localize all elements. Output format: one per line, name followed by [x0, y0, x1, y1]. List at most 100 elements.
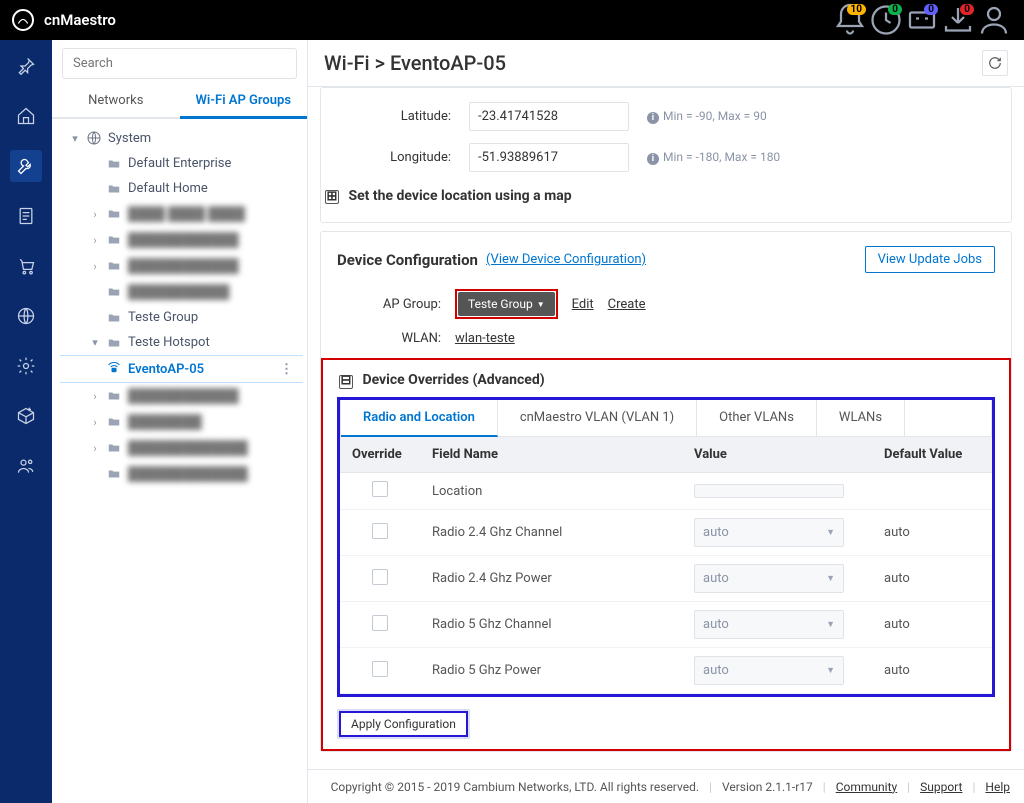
nav-document-icon[interactable] [10, 200, 42, 232]
tree-item-default-enterprise[interactable]: Default Enterprise [60, 151, 303, 176]
folder-icon [106, 233, 122, 247]
tree-item-device-eventoap[interactable]: EventoAP-05 ⋮ [60, 355, 303, 383]
chevron-right-icon: › [90, 234, 100, 247]
tree-item-default-home[interactable]: Default Home [60, 176, 303, 201]
view-device-config-link[interactable]: (View Device Configuration) [486, 252, 646, 267]
default-value: auto [872, 648, 992, 694]
value-select[interactable]: auto▼ [694, 518, 844, 547]
value-input[interactable] [694, 484, 844, 498]
override-checkbox[interactable] [372, 523, 388, 539]
override-checkbox[interactable] [372, 615, 388, 631]
chevron-down-icon: ▾ [70, 132, 80, 145]
chevron-right-icon: › [90, 416, 100, 429]
nav-globe-icon[interactable] [10, 300, 42, 332]
edit-link[interactable]: Edit [572, 297, 594, 312]
page-title: Wi-Fi > EventoAP-05 [324, 51, 506, 75]
search-container [62, 48, 297, 79]
override-checkbox[interactable] [372, 569, 388, 585]
chevron-right-icon: › [90, 442, 100, 455]
latitude-input[interactable] [469, 102, 629, 131]
subtab-radio-location[interactable]: Radio and Location [341, 400, 498, 437]
nav-wrench-icon[interactable] [10, 150, 42, 182]
apply-configuration-button[interactable]: Apply Configuration [339, 711, 468, 737]
table-row: Radio 5 Ghz Channelauto▼auto [340, 602, 992, 648]
tree-label: Default Home [128, 181, 208, 196]
side-panel: Networks Wi-Fi AP Groups ▾ System Defaul… [52, 40, 308, 803]
tab-networks[interactable]: Networks [52, 85, 180, 117]
subtab-wlans[interactable]: WLANs [817, 400, 905, 436]
field-name: Radio 2.4 Ghz Power [420, 556, 682, 602]
tree-item-teste-hotspot[interactable]: ▾Teste Hotspot [60, 330, 303, 355]
footer-community-link[interactable]: Community [836, 780, 897, 794]
tree-item-redacted[interactable]: ›████████████ [60, 227, 303, 253]
tree-item-redacted[interactable]: ███████████ [60, 279, 303, 305]
tree-root-system[interactable]: ▾ System [60, 125, 303, 151]
bell-icon[interactable]: 10 [832, 0, 868, 40]
chevron-right-icon: › [90, 260, 100, 273]
longitude-label: Longitude: [341, 150, 451, 165]
value-select[interactable]: auto▼ [694, 564, 844, 593]
table-row: Radio 2.4 Ghz Channelauto▼auto [340, 510, 992, 556]
tree-item-redacted[interactable]: ›████████ [60, 409, 303, 435]
brand-name: cnMaestro [44, 11, 116, 29]
ap-group-dropdown[interactable]: Teste Group▼ [458, 292, 555, 316]
refresh-icon[interactable] [982, 50, 1008, 76]
col-default: Default Value [872, 437, 992, 473]
value-select[interactable]: auto▼ [694, 656, 844, 685]
value-select[interactable]: auto▼ [694, 610, 844, 639]
set-location-map-link[interactable]: ⊞ Set the device location using a map [321, 178, 1011, 212]
side-tabs: Networks Wi-Fi AP Groups [52, 85, 307, 119]
nav-home-icon[interactable] [10, 100, 42, 132]
clock-icon[interactable]: 0 [868, 0, 904, 40]
ap-group-label: AP Group: [351, 297, 441, 312]
tree-item-redacted[interactable]: ›█████████████ [60, 435, 303, 461]
longitude-input[interactable] [469, 143, 629, 172]
globe-icon [86, 130, 102, 146]
subtab-other-vlans[interactable]: Other VLANs [697, 400, 817, 436]
subtab-vlan1[interactable]: cnMaestro VLAN (VLAN 1) [498, 400, 697, 436]
folder-icon [106, 441, 122, 455]
table-row: Radio 2.4 Ghz Power auto▼ auto [340, 556, 992, 602]
footer-support-link[interactable]: Support [920, 780, 962, 794]
latitude-row: Latitude: iMin = -90, Max = 90 [321, 96, 1011, 137]
nav-pin-icon[interactable] [10, 50, 42, 82]
tree-item-redacted[interactable]: ›████████████ [60, 253, 303, 279]
field-name: Radio 5 Ghz Channel [420, 602, 682, 648]
create-link[interactable]: Create [608, 297, 646, 312]
wlan-link[interactable]: wlan-teste [455, 331, 515, 346]
chevron-right-icon: › [90, 390, 100, 403]
overrides-header[interactable]: ⊟ Device Overrides (Advanced) [323, 360, 1009, 397]
view-update-jobs-button[interactable]: View Update Jobs [865, 246, 995, 273]
folder-icon [106, 336, 122, 350]
download-icon[interactable]: 0 [940, 0, 976, 40]
device-config-header: Device Configuration (View Device Config… [321, 232, 1011, 283]
field-name: Location [420, 473, 682, 510]
default-value: auto [872, 556, 992, 602]
footer-help-link[interactable]: Help [985, 780, 1010, 794]
search-input[interactable] [62, 48, 297, 79]
col-value: Value [682, 437, 872, 473]
override-checkbox[interactable] [372, 661, 388, 677]
table-row: Location [340, 473, 992, 510]
latitude-hint: iMin = -90, Max = 90 [647, 109, 767, 124]
switch-icon[interactable]: 0 [904, 0, 940, 40]
footer-copyright: Copyright © 2015 - 2019 Cambium Networks… [331, 780, 699, 794]
folder-icon [106, 207, 122, 221]
nav-users-icon[interactable] [10, 450, 42, 482]
tab-wifi-ap-groups[interactable]: Wi-Fi AP Groups [180, 85, 308, 119]
nav-cart-icon[interactable] [10, 250, 42, 282]
nav-gear-icon[interactable] [10, 350, 42, 382]
footer-version: Version 2.1.1-r17 [722, 780, 813, 794]
tree-item-redacted[interactable]: █████████████ [60, 461, 303, 487]
chevron-right-icon: › [90, 208, 100, 221]
tree-item-redacted[interactable]: ›████ ████ ████ [60, 201, 303, 227]
tree-item-teste-group[interactable]: Teste Group [60, 305, 303, 330]
tree-item-redacted[interactable]: ›████████████ [60, 383, 303, 409]
more-icon[interactable]: ⋮ [274, 362, 299, 377]
nav-box-icon[interactable] [10, 400, 42, 432]
collapse-icon: ⊟ [339, 375, 353, 389]
folder-icon [106, 467, 122, 481]
caret-down-icon: ▼ [826, 619, 835, 630]
user-menu-icon[interactable] [976, 0, 1012, 40]
override-checkbox[interactable] [372, 481, 388, 497]
